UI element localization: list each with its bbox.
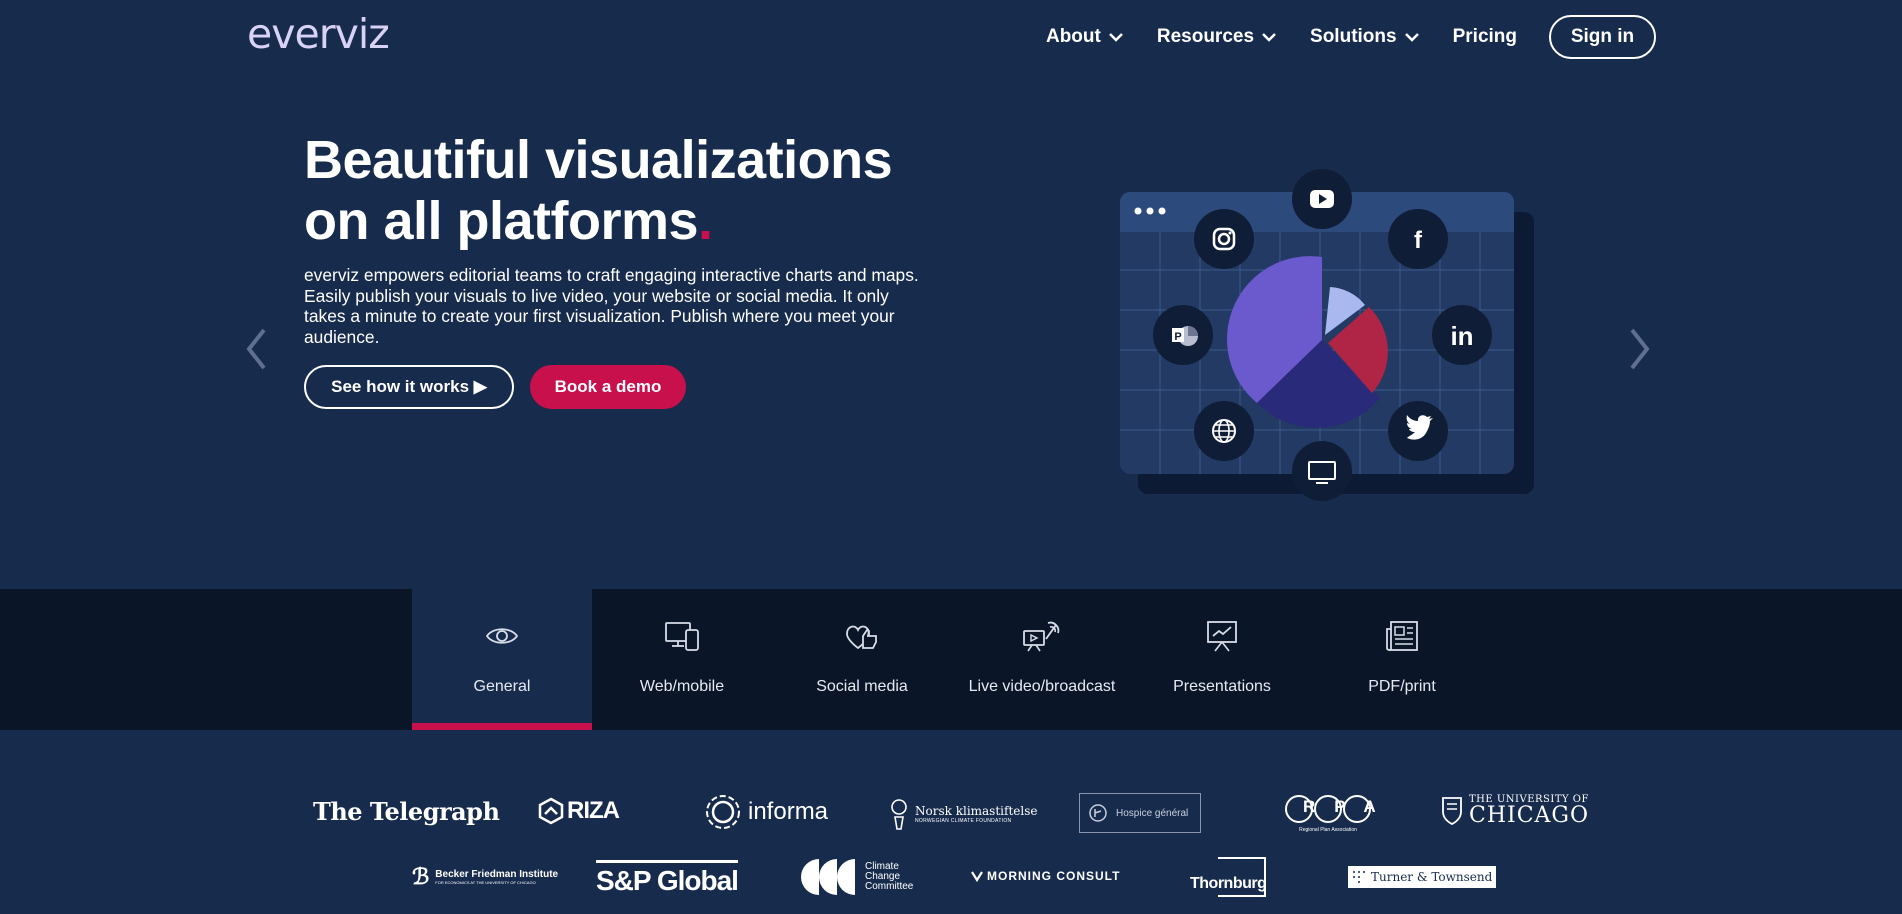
client-logo-uchicago: THE UNIVERSITY OF CHICAGO	[1441, 795, 1589, 827]
riza-mark-icon	[538, 797, 564, 825]
hero-description: everviz empowers editorial teams to craf…	[304, 265, 919, 347]
client-logo-thornburg: Thornburg	[1190, 857, 1267, 897]
client-logo-informa: informa	[704, 793, 828, 831]
tab-social-media[interactable]: Social media	[772, 589, 952, 730]
riza-text: RIZA	[567, 797, 620, 824]
svg-text:P: P	[1174, 331, 1181, 343]
turner-mark-icon	[1353, 871, 1365, 883]
tab-pdf-print-label: PDF/print	[1368, 678, 1436, 695]
hero-title-line1: Beautiful visualizations	[304, 130, 893, 190]
newspaper-icon	[1385, 616, 1419, 656]
ccc-line3: Committee	[865, 881, 914, 892]
thornburg-frame	[1218, 857, 1266, 897]
norsk-subtext: NORWEGIAN CLIMATE FOUNDATION	[915, 818, 1012, 824]
site-header: everviz About Resources Solutions Pricin…	[0, 0, 1902, 75]
youtube-icon	[1292, 169, 1352, 229]
see-how-it-works-button[interactable]: See how it works ▶	[304, 365, 514, 409]
tab-web-mobile-label: Web/mobile	[639, 678, 725, 695]
becker-text: Becker Friedman Institute	[435, 869, 559, 880]
globe-icon	[1194, 401, 1254, 461]
nav-pricing[interactable]: Pricing	[1453, 26, 1517, 48]
client-logo-rpa: RPA Regional Plan Association	[1284, 793, 1376, 833]
carousel-next-icon[interactable]	[1628, 326, 1652, 377]
becker-mark-icon: ℬ	[412, 864, 430, 890]
svg-text:in: in	[1450, 321, 1473, 351]
facebook-icon: f	[1388, 209, 1448, 269]
norsk-text: Norsk klimastiftelse	[915, 804, 1038, 818]
tab-presentations[interactable]: Presentations	[1132, 589, 1312, 730]
main-nav: About Resources Solutions Pricing Sign i…	[1046, 15, 1656, 59]
client-logo-sp-global: S&P Global	[596, 860, 739, 897]
uchicago-line2: CHICAGO	[1469, 803, 1590, 828]
hospice-text: Hospice général	[1116, 807, 1189, 819]
becker-subtext: FOR ECONOMICS AT THE UNIVERSITY OF CHICA…	[435, 880, 536, 885]
chevron-down-icon	[1262, 33, 1276, 42]
eye-icon	[485, 616, 519, 656]
tab-web-mobile[interactable]: Web/mobile	[592, 589, 772, 730]
rpa-subtext: Regional Plan Association	[1299, 827, 1357, 833]
nav-solutions[interactable]: Solutions	[1310, 26, 1419, 48]
svg-text:f: f	[1414, 227, 1423, 254]
chevron-down-icon	[1108, 33, 1123, 42]
rpa-text: RPA	[1284, 797, 1376, 817]
rpa-acronym: RPA	[1303, 797, 1395, 816]
nav-pricing-label: Pricing	[1452, 26, 1517, 47]
everviz-logo[interactable]: everviz	[247, 10, 390, 58]
tab-presentations-label: Presentations	[1173, 678, 1271, 695]
tab-general[interactable]: General	[412, 589, 592, 730]
client-logo-riza: RIZA	[538, 797, 620, 825]
carousel-prev-icon[interactable]	[244, 326, 268, 377]
client-logo-hospice-general: Hospice général	[1079, 793, 1201, 833]
informa-text: informa	[748, 798, 829, 825]
chevron-down-icon	[1404, 33, 1419, 42]
norsk-mark-icon	[891, 799, 907, 830]
tv-icon	[1292, 441, 1352, 501]
thumbs-up-icon	[843, 616, 881, 656]
sign-in-button[interactable]: Sign in	[1549, 15, 1656, 59]
presentation-icon	[1205, 616, 1239, 656]
ccc-mark-icon	[801, 859, 855, 895]
hero-title-line2: on all platforms	[304, 191, 699, 251]
client-logo-climate-change-committee: Climate Change Committee	[799, 857, 913, 897]
turner-text: Turner & Townsend	[1371, 870, 1493, 884]
broadcast-icon	[1022, 616, 1062, 656]
nav-resources-label: Resources	[1156, 26, 1255, 47]
uchicago-shield-icon	[1442, 797, 1462, 825]
tab-social-media-label: Social media	[816, 678, 908, 695]
powerpoint-icon: P	[1153, 305, 1213, 365]
linkedin-icon: in	[1432, 305, 1492, 365]
client-logo-morning-consult: MORNING CONSULT	[971, 869, 1120, 883]
morning-consult-mark-icon	[971, 871, 983, 882]
nav-solutions-label: Solutions	[1310, 26, 1397, 47]
tab-pdf-print[interactable]: PDF/print	[1312, 589, 1492, 730]
tab-live-video-broadcast[interactable]: Live video/broadcast	[952, 589, 1132, 730]
client-logo-turner-townsend: Turner & Townsend	[1348, 866, 1496, 888]
twitter-icon	[1388, 401, 1448, 461]
book-demo-button[interactable]: Book a demo	[530, 365, 686, 409]
devices-icon	[664, 616, 700, 656]
tab-live-video-label: Live video/broadcast	[968, 678, 1116, 695]
nav-resources[interactable]: Resources	[1157, 26, 1276, 48]
client-logo-norsk-klimastiftelse: Norsk klimastiftelse NORWEGIAN CLIMATE F…	[889, 797, 1037, 831]
nav-about[interactable]: About	[1046, 26, 1123, 48]
tab-general-label: General	[473, 678, 531, 695]
nav-about-label: About	[1045, 26, 1101, 47]
client-logo-becker-friedman: ℬ Becker Friedman Institute FOR ECONOMIC…	[412, 866, 558, 888]
informa-mark-icon	[706, 795, 740, 829]
hero-title-dot: .	[698, 191, 713, 251]
hero-title: Beautiful visualizations on all platform…	[304, 130, 893, 252]
hospice-mark-icon	[1089, 804, 1107, 822]
morning-consult-text: MORNING CONSULT	[987, 869, 1121, 883]
client-logo-telegraph: The Telegraph	[313, 797, 500, 826]
platforms-illustration: f P in	[1120, 169, 1534, 501]
instagram-icon	[1194, 209, 1254, 269]
